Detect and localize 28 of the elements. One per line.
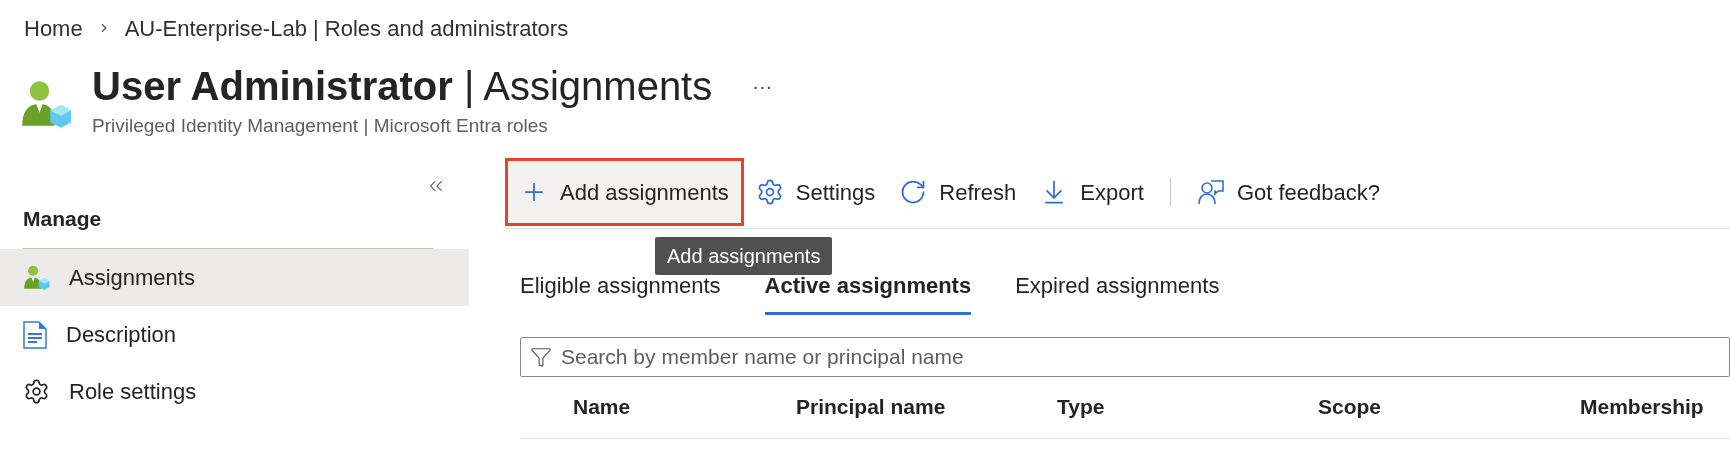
toolbar-button[interactable]: Settings — [743, 158, 888, 226]
user-cube-icon — [20, 78, 72, 130]
breadcrumb-link[interactable]: Home — [24, 11, 83, 45]
column-header[interactable]: Principal name — [796, 391, 1057, 423]
column-header[interactable]: Scope — [1318, 391, 1580, 423]
page-subtitle: Privileged Identity Management | Microsoft Entra roles — [92, 114, 549, 138]
toolbar-button[interactable]: Export — [1028, 158, 1156, 226]
page-title: User Administrator | Assignments — [92, 63, 713, 110]
sidebar-item[interactable]: Description — [0, 306, 469, 363]
user-cube-icon — [23, 264, 50, 291]
document-icon — [23, 320, 47, 349]
section-heading: Manage — [23, 205, 103, 232]
sidebar-item[interactable]: Role settings — [0, 363, 469, 420]
search-field[interactable]: Search by member name or principal name — [520, 336, 1730, 377]
toolbar-button[interactable]: Got feedback? — [1184, 158, 1392, 226]
settings-icon — [23, 378, 50, 405]
feedback-icon — [1196, 178, 1225, 206]
breadcrumb-link[interactable]: AU-Enterprise-Lab | Roles and administrators — [124, 11, 569, 45]
tab[interactable]: Expired assignments — [1015, 268, 1220, 315]
toolbar-button[interactable]: Refresh — [887, 158, 1029, 226]
tooltip: Add assignments — [655, 237, 833, 275]
more-button[interactable]: ··· — [752, 71, 773, 101]
column-header[interactable]: Type — [1057, 391, 1318, 423]
toolbar-button[interactable]: Add assignments — [505, 158, 744, 226]
column-header[interactable]: Name — [573, 391, 796, 423]
column-header[interactable]: Membership — [1580, 391, 1730, 423]
sidebar-item[interactable]: Assignments — [0, 249, 469, 306]
filter-icon — [530, 345, 552, 368]
